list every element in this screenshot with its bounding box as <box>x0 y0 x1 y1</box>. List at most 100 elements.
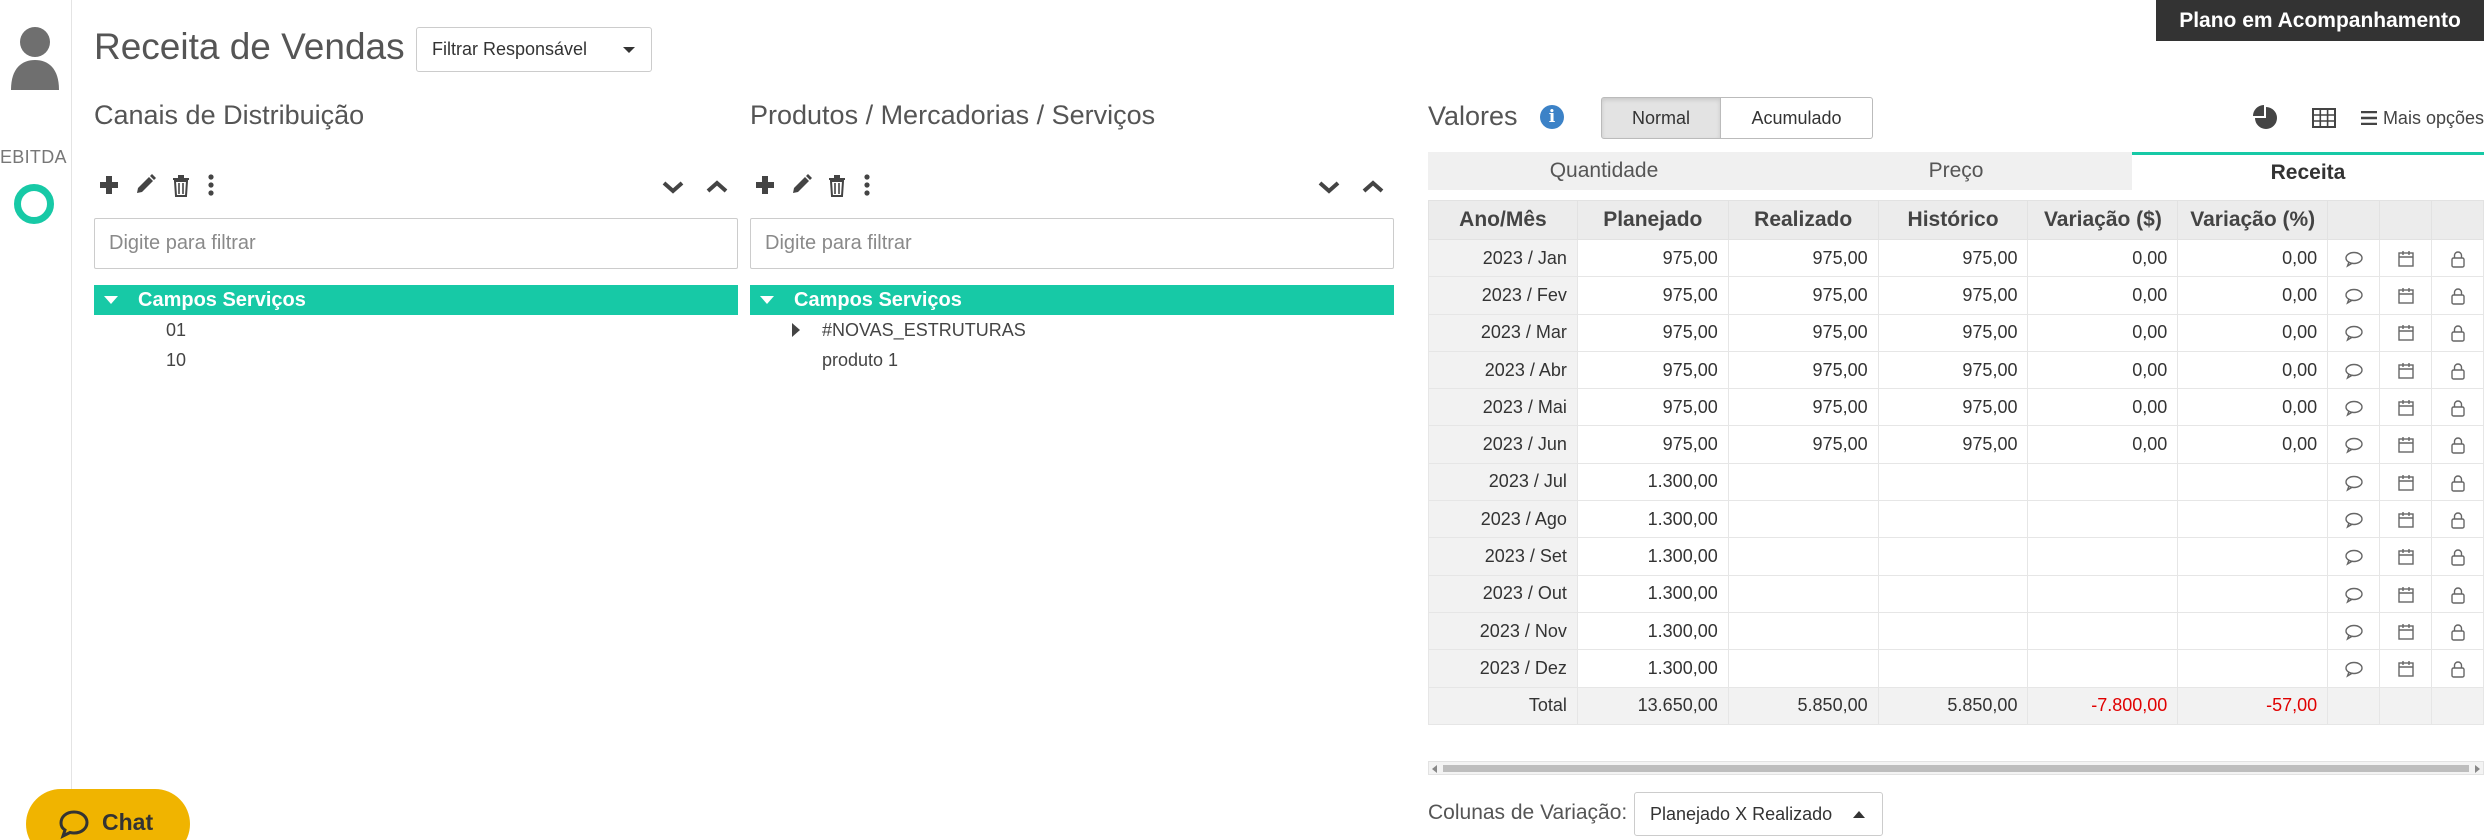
comment-icon[interactable] <box>2344 287 2364 305</box>
lock-cell[interactable] <box>2431 649 2484 688</box>
value-cell[interactable]: 0,00 <box>2177 313 2329 352</box>
value-cell[interactable] <box>2177 537 2329 576</box>
value-cell[interactable]: 975,00 <box>1877 388 2029 427</box>
tab-preco[interactable]: Preço <box>1780 152 2132 190</box>
lock-cell[interactable] <box>2431 276 2484 315</box>
calendar-icon[interactable] <box>2396 623 2416 641</box>
value-cell[interactable] <box>1877 500 2029 539</box>
scroll-left-icon[interactable] <box>1432 765 1437 773</box>
lock-cell[interactable] <box>2431 425 2484 464</box>
tree-item-novas-estruturas[interactable]: #NOVAS_ESTRUTURAS <box>750 315 1394 345</box>
horizontal-scrollbar[interactable] <box>1428 761 2484 775</box>
calendar-cell[interactable] <box>2379 462 2432 502</box>
value-cell[interactable] <box>2027 611 2179 651</box>
comment-icon[interactable] <box>2344 399 2364 417</box>
lock-icon[interactable] <box>2448 362 2468 380</box>
col-header[interactable]: Variação (%) <box>2177 200 2329 240</box>
value-cell[interactable] <box>1727 500 1879 539</box>
value-cell[interactable]: 975,00 <box>1576 388 1729 427</box>
calendar-icon[interactable] <box>2396 324 2416 342</box>
lock-icon[interactable] <box>2448 511 2468 529</box>
value-cell[interactable]: 0,00 <box>2177 238 2329 278</box>
calendar-cell[interactable] <box>2379 500 2432 539</box>
value-cell[interactable]: 975,00 <box>1877 425 2029 464</box>
lock-cell[interactable] <box>2431 388 2484 427</box>
calendar-cell[interactable] <box>2379 425 2432 464</box>
comment-icon[interactable] <box>2344 511 2364 529</box>
products-tree-root[interactable]: Campos Serviços <box>750 285 1394 315</box>
info-icon[interactable]: i <box>1540 105 1564 129</box>
col-header[interactable]: Histórico <box>1877 200 2029 240</box>
collapsed-caret-icon[interactable] <box>792 323 800 337</box>
comment-cell[interactable] <box>2327 500 2381 539</box>
ring-icon[interactable] <box>14 184 54 224</box>
calendar-icon[interactable] <box>2396 362 2416 380</box>
value-cell[interactable] <box>1727 611 1879 651</box>
value-cell[interactable] <box>2177 574 2329 613</box>
calendar-icon[interactable] <box>2396 287 2416 305</box>
comment-icon[interactable] <box>2344 660 2364 678</box>
lock-icon[interactable] <box>2448 586 2468 604</box>
comment-cell[interactable] <box>2327 611 2381 651</box>
comment-cell[interactable] <box>2327 388 2381 427</box>
value-cell[interactable] <box>2027 537 2179 576</box>
trash-icon[interactable] <box>826 172 848 198</box>
comment-icon[interactable] <box>2344 324 2364 343</box>
value-cell[interactable] <box>2027 649 2179 688</box>
value-cell[interactable]: 975,00 <box>1727 238 1879 278</box>
value-cell[interactable] <box>1877 462 2029 502</box>
calendar-cell[interactable] <box>2379 388 2432 427</box>
lock-icon[interactable] <box>2448 250 2468 268</box>
lock-cell[interactable] <box>2431 350 2484 390</box>
value-cell[interactable]: 0,00 <box>2177 425 2329 464</box>
comment-cell[interactable] <box>2327 276 2381 315</box>
scroll-thumb[interactable] <box>1443 765 2469 772</box>
lock-icon[interactable] <box>2448 287 2468 305</box>
calendar-cell[interactable] <box>2379 350 2432 390</box>
value-cell[interactable] <box>1877 574 2029 613</box>
add-icon[interactable] <box>754 172 776 198</box>
value-cell[interactable]: 975,00 <box>1727 350 1879 390</box>
comment-cell[interactable] <box>2327 574 2381 613</box>
calendar-cell[interactable] <box>2379 313 2432 352</box>
value-cell[interactable]: 975,00 <box>1877 238 2029 278</box>
col-header[interactable]: Realizado <box>1727 200 1879 240</box>
value-cell[interactable] <box>2177 462 2329 502</box>
value-cell[interactable]: 975,00 <box>1576 425 1729 464</box>
plan-status-button[interactable]: Plano em Acompanhamento <box>2156 0 2484 41</box>
lock-icon[interactable] <box>2448 660 2468 678</box>
add-icon[interactable] <box>98 172 120 198</box>
value-cell[interactable]: 1.300,00 <box>1576 649 1729 688</box>
collapse-down-icon[interactable] <box>662 174 684 200</box>
calendar-cell[interactable] <box>2379 649 2432 688</box>
value-cell[interactable]: 1.300,00 <box>1576 611 1729 651</box>
mode-normal-button[interactable]: Normal <box>1601 97 1721 139</box>
value-cell[interactable]: 1.300,00 <box>1576 462 1729 502</box>
col-header[interactable]: Planejado <box>1576 200 1729 240</box>
value-cell[interactable]: 975,00 <box>1877 276 2029 315</box>
col-header[interactable]: Variação ($) <box>2027 200 2179 240</box>
value-cell[interactable] <box>1727 649 1879 688</box>
lock-icon[interactable] <box>2448 399 2468 417</box>
value-cell[interactable]: 0,00 <box>2027 350 2179 390</box>
tree-item-produto-1[interactable]: produto 1 <box>750 345 1394 375</box>
value-cell[interactable] <box>2027 462 2179 502</box>
value-cell[interactable] <box>1877 611 2029 651</box>
calendar-cell[interactable] <box>2379 537 2432 576</box>
comment-icon[interactable] <box>2344 474 2364 492</box>
value-cell[interactable]: 1.300,00 <box>1576 537 1729 576</box>
value-cell[interactable]: 975,00 <box>1877 350 2029 390</box>
comment-cell[interactable] <box>2327 649 2381 688</box>
value-cell[interactable]: 0,00 <box>2027 388 2179 427</box>
lock-icon[interactable] <box>2448 436 2468 455</box>
comment-cell[interactable] <box>2327 238 2381 278</box>
value-cell[interactable] <box>1877 537 2029 576</box>
expand-up-icon[interactable] <box>706 174 728 200</box>
lock-cell[interactable] <box>2431 313 2484 352</box>
comment-cell[interactable] <box>2327 537 2381 576</box>
comment-cell[interactable] <box>2327 350 2381 390</box>
value-cell[interactable]: 0,00 <box>2027 425 2179 464</box>
channels-filter-input[interactable] <box>94 218 738 269</box>
comment-icon[interactable] <box>2344 548 2364 566</box>
value-cell[interactable] <box>2027 500 2179 539</box>
